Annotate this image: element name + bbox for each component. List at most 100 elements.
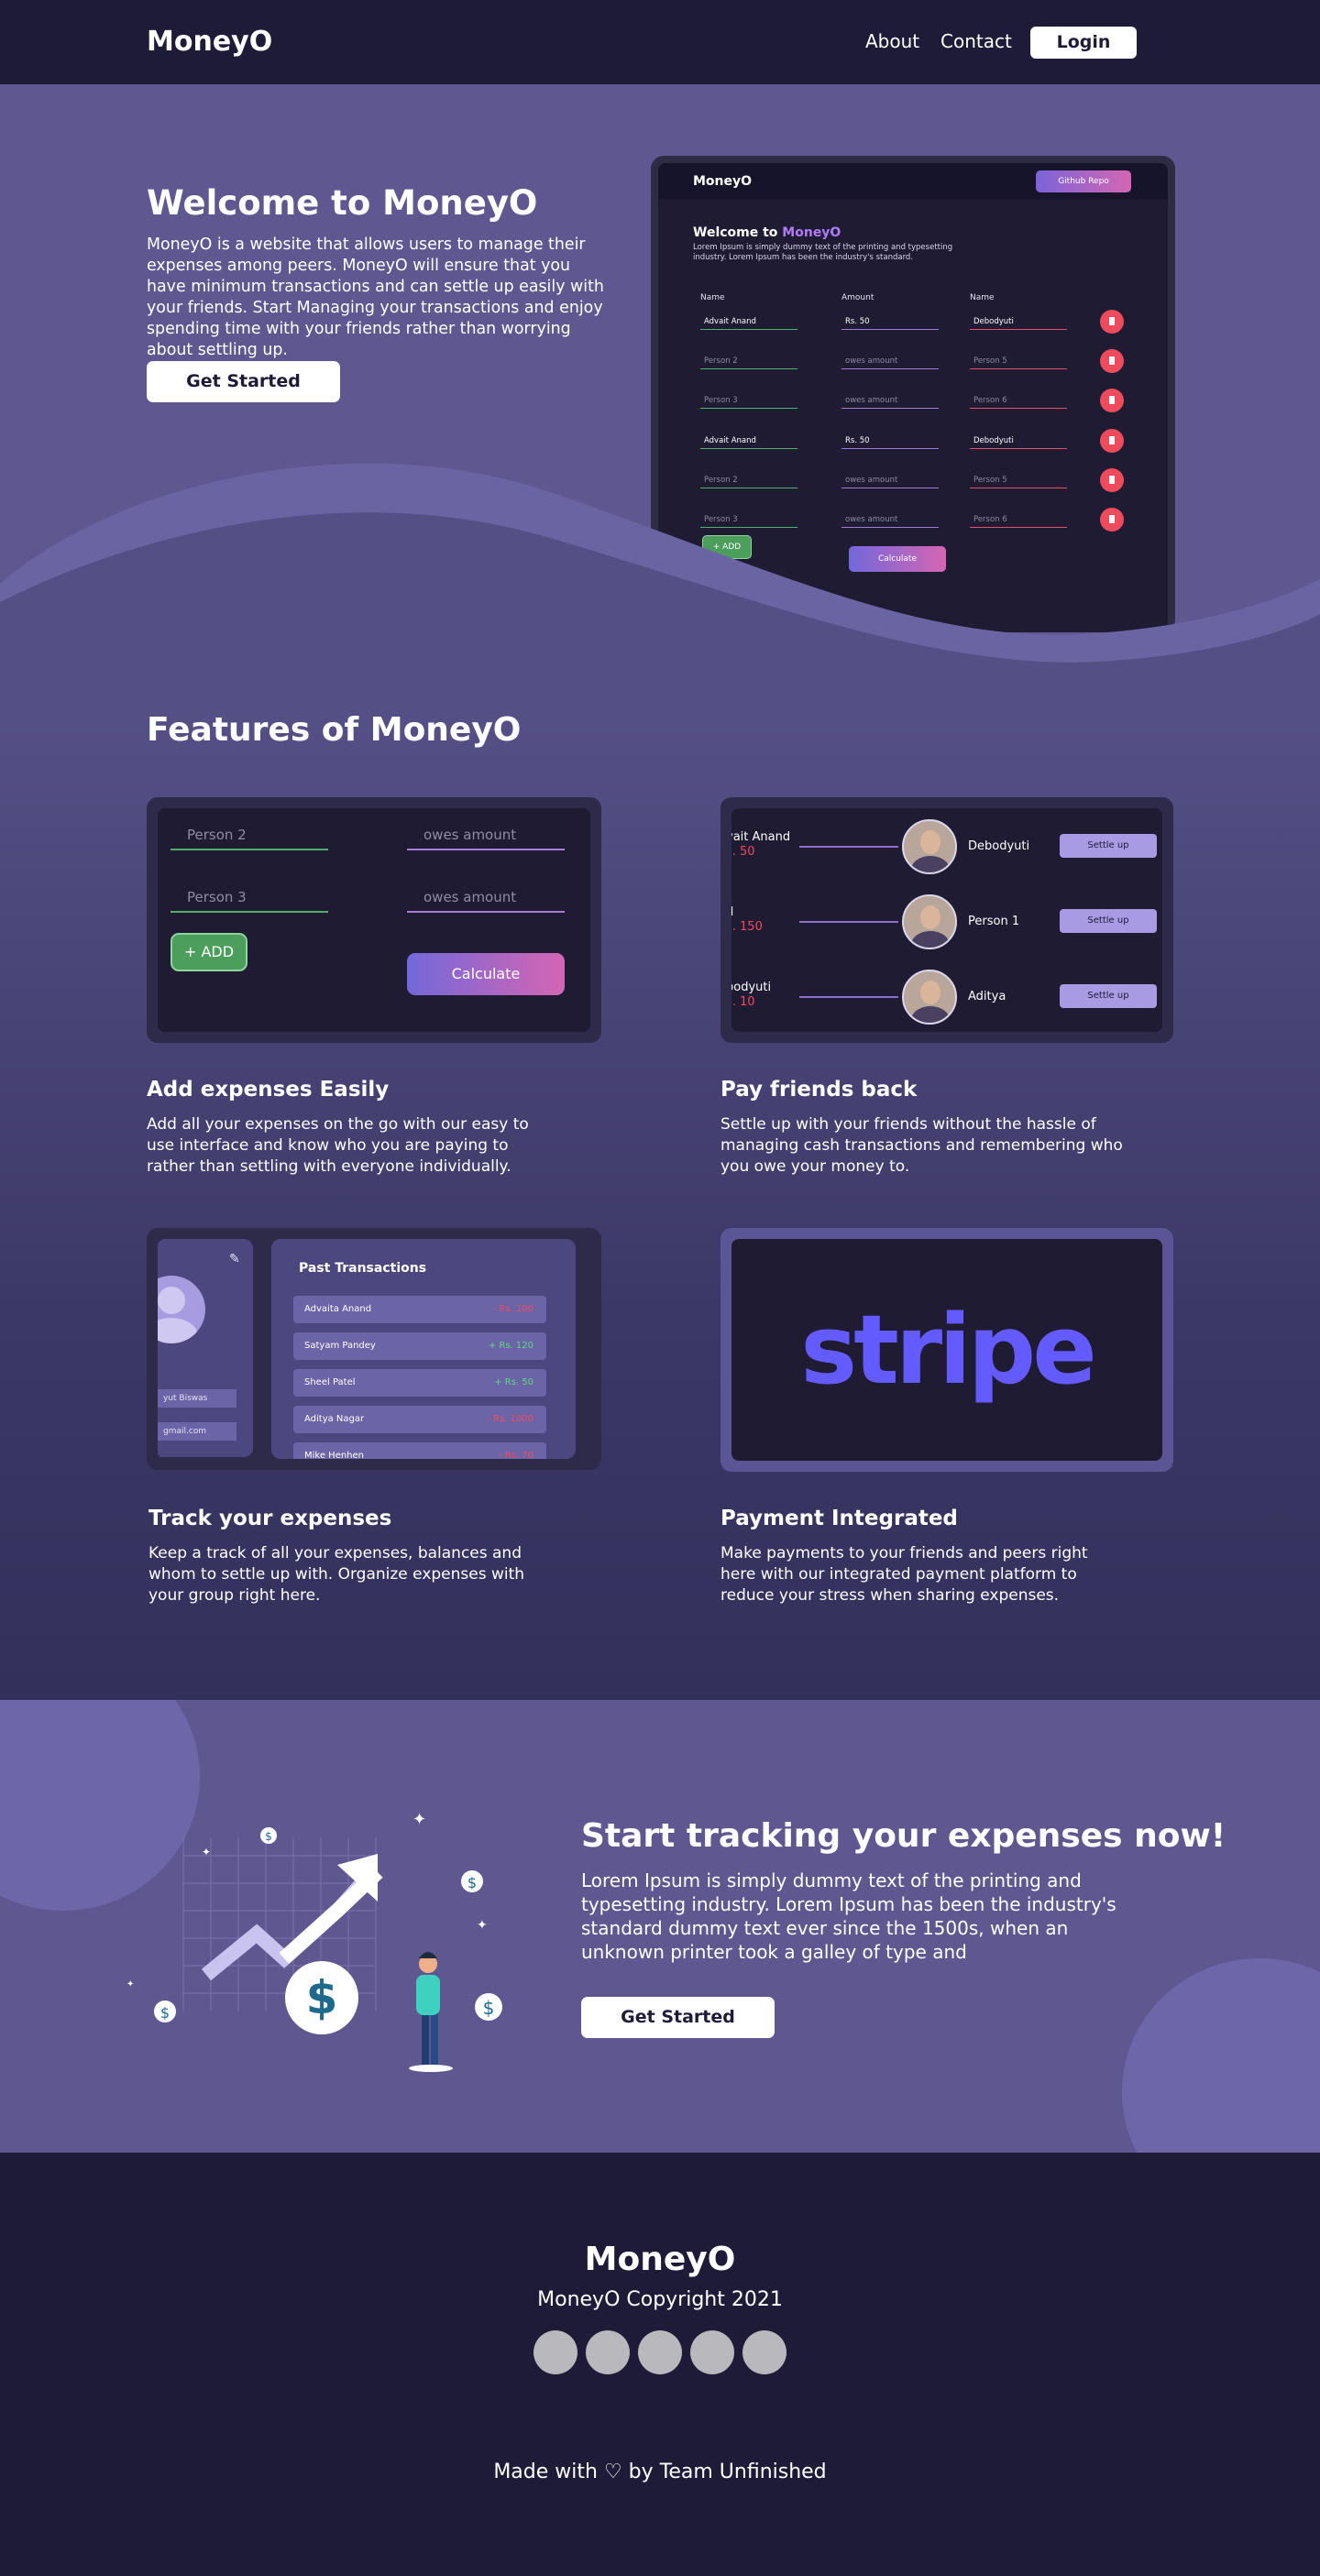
- social-icon-1[interactable]: [534, 2330, 578, 2374]
- svg-text:✦: ✦: [412, 1810, 426, 1829]
- transaction-name: Sheel Patel: [304, 1377, 356, 1387]
- transaction-name: Aditya Nagar: [304, 1414, 365, 1424]
- card3-profile-sidebar: ✎ yut Biswas gmail.com: [158, 1239, 253, 1457]
- transaction-item: Sheel Patel + Rs. 50: [293, 1369, 546, 1397]
- settle-arrow-line: [799, 921, 898, 923]
- hero-section: Welcome to MoneyO MoneyO is a website th…: [0, 84, 1320, 726]
- card3-title: Past Transactions: [299, 1261, 427, 1276]
- stripe-logo: stripe: [800, 1294, 1097, 1406]
- transaction-value: + Rs. 50: [494, 1377, 534, 1387]
- transaction-item: Advaita Anand - Rs. 100: [293, 1296, 546, 1323]
- feature-card-track-expenses: ✎ yut Biswas gmail.com Past Transactions…: [147, 1228, 601, 1470]
- cta-section: $ $ $ $ $ ✦ ✦ ✦ ✦ Start tracking your ex…: [0, 1700, 1320, 2153]
- svg-text:$: $: [468, 1874, 477, 1891]
- svg-text:✦: ✦: [126, 1979, 134, 1990]
- svg-text:✦: ✦: [202, 1846, 211, 1858]
- feature-heading-track-expenses: Track your expenses: [148, 1507, 392, 1530]
- card-track-expenses-screen: ✎ yut Biswas gmail.com Past Transactions…: [158, 1239, 590, 1459]
- settle-row: bodyutis. 10 Aditya Settle up: [732, 970, 1162, 1025]
- card-payment-screen: stripe: [732, 1239, 1162, 1461]
- feature-heading-add-expenses: Add expenses Easily: [147, 1078, 390, 1102]
- transaction-name: Satyam Pandey: [304, 1341, 376, 1351]
- settle-up-button: Settle up: [1060, 834, 1157, 858]
- transaction-value: - Rs. 100: [492, 1304, 534, 1314]
- avatar: [902, 970, 957, 1025]
- settle-from: vait Anands. 50: [732, 830, 790, 860]
- decor-circle-right: [1122, 1958, 1320, 2153]
- nav-link-about[interactable]: About: [865, 30, 919, 52]
- footer: MoneyO MoneyO Copyright 2021 Made with ♡…: [0, 2153, 1320, 2576]
- card1-field-amount-2: owes amount: [407, 889, 565, 913]
- settle-arrow-line: [799, 996, 898, 998]
- social-icon-3[interactable]: [638, 2330, 682, 2374]
- transaction-name: Advaita Anand: [304, 1304, 372, 1314]
- feature-text-pay-friends: Settle up with your friends without the …: [720, 1115, 1123, 1176]
- card3-profile-email: gmail.com: [158, 1422, 236, 1441]
- social-links: [534, 2330, 786, 2374]
- footer-copyright: MoneyO Copyright 2021: [537, 2288, 783, 2311]
- feature-text-track-expenses: Keep a track of all your expenses, balan…: [148, 1544, 525, 1605]
- card1-calculate-button: Calculate: [407, 953, 565, 995]
- cta-description: Lorem Ipsum is simply dummy text of the …: [581, 1869, 1116, 1963]
- svg-text:$: $: [483, 1997, 495, 2019]
- feature-text-payment: Make payments to your friends and peers …: [720, 1544, 1088, 1605]
- cta-title: Start tracking your expenses now!: [581, 1817, 1226, 1855]
- card-add-expenses-screen: Person 2 owes amount Person 3 owes amoun…: [158, 808, 590, 1032]
- top-nav: MoneyO About Contact Login: [0, 0, 1320, 84]
- settle-row: vait Anands. 50 Debodyuti Settle up: [732, 819, 1162, 874]
- card1-field-amount: owes amount: [407, 827, 565, 850]
- transaction-value: - Rs. 70: [498, 1451, 534, 1459]
- settle-row: ds. 150 Person 1 Settle up: [732, 894, 1162, 949]
- settle-to-name: Person 1: [968, 915, 1020, 928]
- avatar: [902, 819, 957, 874]
- pencil-icon: ✎: [229, 1252, 240, 1266]
- settle-up-button: Settle up: [1060, 909, 1157, 933]
- hero-wave: [0, 463, 1320, 726]
- card3-transactions-panel: Past Transactions Advaita Anand - Rs. 100…: [271, 1239, 576, 1459]
- feature-card-pay-friends: vait Anands. 50DebodyutiSettle upds. 150…: [720, 797, 1173, 1043]
- settle-amount: s. 10: [732, 995, 755, 1009]
- card1-field-person3: Person 3: [170, 889, 328, 913]
- svg-text:✦: ✦: [477, 1918, 488, 1933]
- settle-from-name: d: [732, 905, 763, 920]
- footer-brand: MoneyO: [584, 2241, 736, 2278]
- social-icon-5[interactable]: [742, 2330, 786, 2374]
- avatar: [902, 894, 957, 949]
- transaction-value: - Rs. 1000: [487, 1414, 534, 1424]
- cta-get-started-button[interactable]: Get Started: [581, 1997, 775, 2038]
- transaction-item: Aditya Nagar - Rs. 1000: [293, 1406, 546, 1433]
- settle-amount: s. 150: [732, 920, 763, 934]
- nav-brand[interactable]: MoneyO: [147, 26, 272, 58]
- feature-heading-pay-friends: Pay friends back: [720, 1078, 918, 1102]
- settle-amount: s. 50: [732, 845, 755, 859]
- transaction-item: Satyam Pandey + Rs. 120: [293, 1332, 546, 1360]
- card-pay-friends-screen: vait Anands. 50DebodyutiSettle upds. 150…: [732, 808, 1162, 1032]
- transaction-value: + Rs. 120: [488, 1341, 534, 1351]
- settle-to-name: Aditya: [968, 990, 1006, 1003]
- nav-link-contact[interactable]: Contact: [940, 30, 1012, 52]
- svg-text:$: $: [265, 1830, 272, 1843]
- settle-from: bodyutis. 10: [732, 981, 771, 1010]
- svg-text:$: $: [306, 1971, 338, 2024]
- social-icon-4[interactable]: [690, 2330, 734, 2374]
- card1-field-person2: Person 2: [170, 827, 328, 850]
- card1-add-button: + ADD: [170, 933, 248, 971]
- feature-card-add-expenses: Person 2 owes amount Person 3 owes amoun…: [147, 797, 601, 1043]
- features-title: Features of MoneyO: [147, 711, 522, 749]
- card3-avatar: [158, 1276, 205, 1343]
- transaction-item: Mike Henhen - Rs. 70: [293, 1442, 546, 1459]
- settle-to-name: Debodyuti: [968, 839, 1030, 853]
- settle-up-button: Settle up: [1060, 984, 1157, 1008]
- settle-from-name: bodyuti: [732, 981, 772, 994]
- footer-made-with: Made with ♡ by Team Unfinished: [493, 2461, 827, 2483]
- settle-arrow-line: [799, 846, 898, 848]
- login-button[interactable]: Login: [1030, 27, 1137, 59]
- feature-card-payment: stripe: [720, 1228, 1173, 1472]
- settle-from: ds. 150: [732, 905, 763, 935]
- feature-heading-payment: Payment Integrated: [720, 1507, 958, 1530]
- svg-text:$: $: [160, 2004, 170, 2022]
- card3-profile-name: yut Biswas: [158, 1389, 236, 1408]
- settle-from-name: vait Anand: [732, 830, 791, 844]
- feature-text-add-expenses: Add all your expenses on the go with our…: [147, 1115, 529, 1176]
- social-icon-2[interactable]: [586, 2330, 630, 2374]
